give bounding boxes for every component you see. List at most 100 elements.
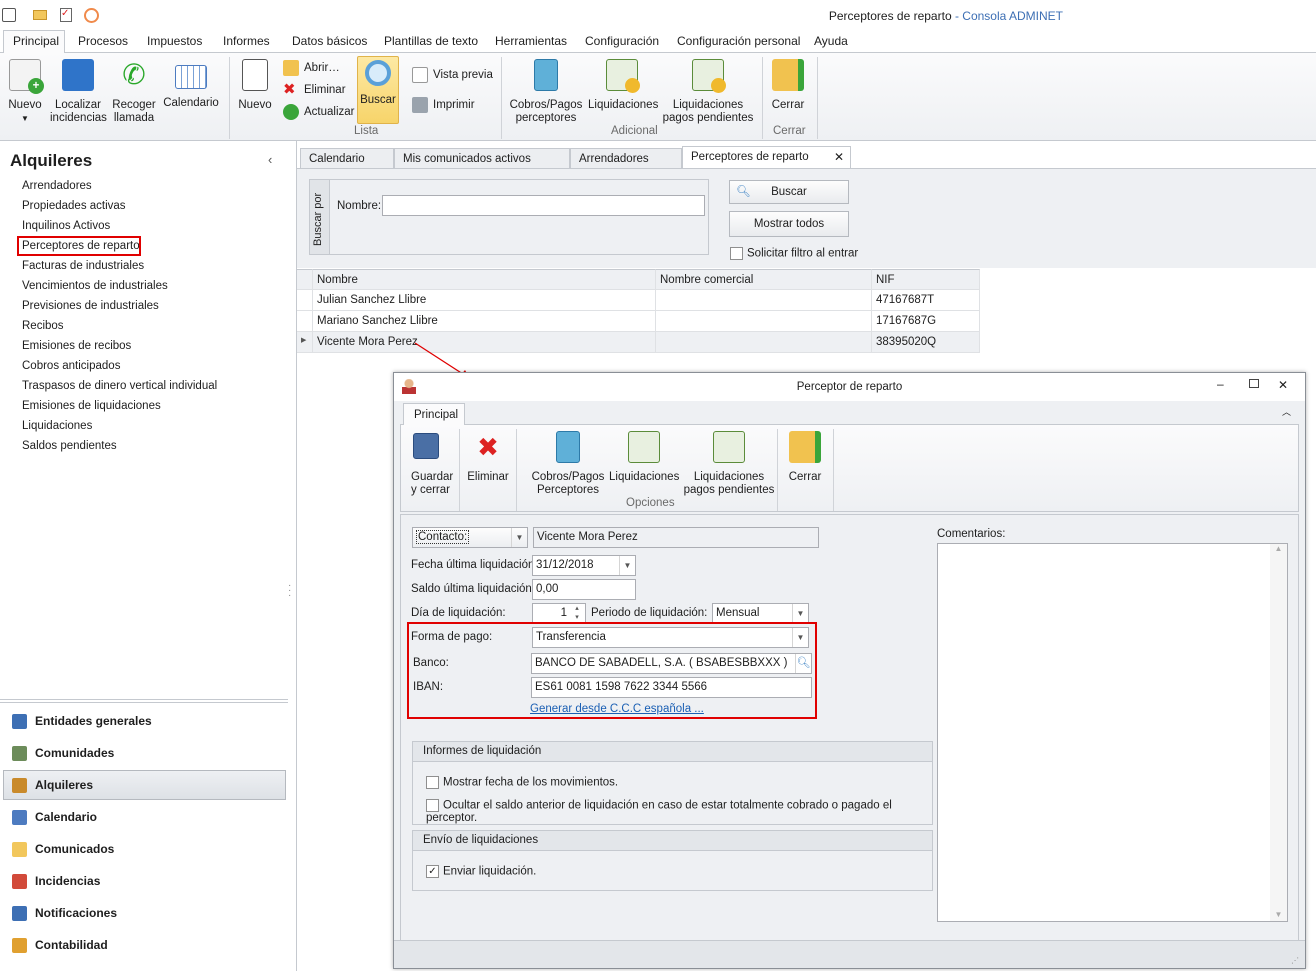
broadcast-icon[interactable]: [84, 8, 99, 23]
cobros-pagos-dialog-button[interactable]: Cobros/Pagos Perceptores: [525, 431, 611, 497]
ribbon-tab-plantillas[interactable]: Plantillas de texto: [384, 34, 478, 48]
nav-alquileres[interactable]: Alquileres: [3, 770, 286, 800]
grid-column-header[interactable]: Nombre: [313, 269, 656, 290]
liquidaciones-button[interactable]: Liquidaciones: [588, 59, 658, 112]
buscar-search-button[interactable]: 🔍︎ Buscar: [729, 180, 849, 204]
ribbon-tab-datos-basicos[interactable]: Datos básicos: [292, 34, 367, 48]
nav-incidencias[interactable]: Incidencias: [0, 866, 296, 896]
cerrar-dialog-button[interactable]: Cerrar: [785, 431, 825, 484]
sidebar-item[interactable]: Arrendadores: [22, 180, 92, 192]
actualizar-button[interactable]: Actualizar: [283, 104, 355, 120]
doc-tab-arrendadores[interactable]: Arrendadores: [570, 148, 682, 169]
sidebar-item[interactable]: Previsiones de industriales: [22, 300, 159, 312]
sidebar-item[interactable]: Liquidaciones: [22, 420, 92, 432]
table-cell[interactable]: 47167687T: [872, 290, 980, 311]
calendario-button[interactable]: Calendario: [162, 59, 220, 110]
sidebar-item[interactable]: Emisiones de recibos: [22, 340, 131, 352]
sidebar-item[interactable]: Emisiones de liquidaciones: [22, 400, 161, 412]
sidebar-item[interactable]: Recibos: [22, 320, 64, 332]
close-dialog-button[interactable]: ✕: [1278, 378, 1288, 392]
doc-tab-calendario[interactable]: Calendario: [300, 148, 394, 169]
maximize-button[interactable]: [1249, 379, 1259, 388]
enviar-liquidacion-checkbox[interactable]: ✓ Enviar liquidación.: [426, 865, 536, 878]
nuevo-list-button[interactable]: Nuevo: [236, 59, 274, 112]
liquidaciones-pendientes-dialog-button[interactable]: Liquidaciones pagos pendientes: [681, 431, 777, 497]
table-cell[interactable]: [656, 332, 872, 353]
ribbon-tab-ayuda[interactable]: Ayuda: [814, 34, 848, 48]
liquidaciones-pendientes-button[interactable]: Liquidaciones pagos pendientes: [660, 59, 756, 125]
row-indicator[interactable]: [297, 311, 313, 332]
ocultar-saldo-checkbox[interactable]: Ocultar el saldo anterior de liquidación…: [426, 799, 932, 824]
buscar-button[interactable]: Buscar: [357, 56, 399, 124]
solicitar-filtro-checkbox[interactable]: Solicitar filtro al entrar: [730, 247, 858, 260]
nav-comunidades[interactable]: Comunidades: [0, 738, 296, 768]
ribbon-tab-configuracion[interactable]: Configuración: [585, 34, 659, 48]
row-indicator[interactable]: ▶: [297, 332, 313, 353]
sidebar-item[interactable]: Cobros anticipados: [22, 360, 120, 372]
close-tab-icon[interactable]: ✕: [834, 150, 844, 164]
sidebar-item[interactable]: Saldos pendientes: [22, 440, 117, 452]
ribbon-tab-impuestos[interactable]: Impuestos: [147, 34, 202, 48]
nuevo-button[interactable]: + Nuevo ▼: [6, 59, 44, 125]
table-cell[interactable]: Vicente Mora Perez: [313, 332, 656, 353]
table-cell[interactable]: Julian Sanchez Llibre: [313, 290, 656, 311]
guardar-cerrar-button[interactable]: Guardar y cerrar: [404, 431, 456, 497]
sidebar-item[interactable]: Inquilinos Activos: [22, 220, 110, 232]
mostrar-fecha-checkbox[interactable]: Mostrar fecha de los movimientos.: [426, 776, 618, 789]
nav-notificaciones[interactable]: Notificaciones: [0, 898, 296, 928]
periodo-dropdown[interactable]: Mensual ▼: [712, 603, 809, 624]
collapse-ribbon-button[interactable]: ︿: [1282, 405, 1291, 418]
ribbon-tab-principal-label[interactable]: Principal: [13, 34, 59, 48]
row-indicator[interactable]: [297, 290, 313, 311]
comentarios-textarea[interactable]: [937, 543, 1288, 922]
liquidaciones-dialog-button[interactable]: Liquidaciones: [609, 431, 679, 484]
resize-grip[interactable]: ⋰: [1291, 956, 1299, 965]
minimize-button[interactable]: –: [1217, 377, 1224, 391]
dialog-tab-principal[interactable]: Principal: [403, 403, 465, 425]
ribbon-tab-informes[interactable]: Informes: [223, 34, 270, 48]
nav-entidades-generales[interactable]: Entidades generales: [0, 706, 296, 736]
nav-calendario[interactable]: Calendario: [0, 802, 296, 832]
vista-previa-button[interactable]: Vista previa: [412, 67, 493, 83]
collapse-sidebar-button[interactable]: ‹: [268, 152, 272, 167]
recoger-llamada-button[interactable]: ✆ Recoger llamada: [110, 59, 158, 125]
grid-column-header[interactable]: NIF: [872, 269, 980, 290]
fecha-date-picker[interactable]: 31/12/2018 ▼: [532, 555, 636, 576]
vertical-splitter-grip[interactable]: · · ·: [288, 581, 291, 601]
cobros-pagos-button[interactable]: Cobros/Pagos perceptores: [508, 59, 584, 125]
sidebar-item[interactable]: Vencimientos de industriales: [22, 280, 168, 292]
mostrar-todos-button[interactable]: Mostrar todos: [729, 211, 849, 237]
eliminar-button[interactable]: ✖ Eliminar: [283, 82, 346, 98]
sidebar-item[interactable]: Propiedades activas: [22, 200, 126, 212]
nombre-search-input[interactable]: [382, 195, 705, 216]
contacto-type-dropdown[interactable]: Contacto: ▼: [412, 527, 528, 548]
ribbon-tab-procesos[interactable]: Procesos: [78, 34, 128, 48]
task-icon[interactable]: ✓: [60, 8, 72, 22]
dia-spinner[interactable]: 1 ▴ ▾: [532, 603, 586, 624]
table-cell[interactable]: [656, 290, 872, 311]
table-cell[interactable]: 38395020Q: [872, 332, 980, 353]
ribbon-tab-config-personal[interactable]: Configuración personal: [677, 34, 800, 48]
saldo-field[interactable]: 0,00: [532, 579, 636, 600]
doc-tab-comunicados[interactable]: Mis comunicados activos: [394, 148, 570, 169]
app-icon[interactable]: [2, 8, 16, 22]
sidebar-item[interactable]: Facturas de industriales: [22, 260, 144, 272]
imprimir-button[interactable]: Imprimir: [412, 97, 475, 113]
doc-tab-perceptores[interactable]: Perceptores de reparto ✕: [682, 146, 851, 169]
nav-contabilidad[interactable]: Contabilidad: [0, 930, 296, 960]
mail-icon[interactable]: [33, 10, 47, 20]
sidebar-item[interactable]: Traspasos de dinero vertical individual: [22, 380, 217, 392]
comentarios-scrollbar[interactable]: ▲ ▼: [1270, 544, 1287, 921]
table-cell[interactable]: Mariano Sanchez Llibre: [313, 311, 656, 332]
nav-comunicados[interactable]: Comunicados: [0, 834, 296, 864]
nav-splitter[interactable]: [0, 699, 288, 703]
cerrar-button[interactable]: Cerrar: [768, 59, 808, 112]
ribbon-tab-herramientas[interactable]: Herramientas: [495, 34, 567, 48]
grid-column-header[interactable]: Nombre comercial: [656, 269, 872, 290]
eliminar-dialog-button[interactable]: ✖ Eliminar: [465, 431, 511, 484]
localizar-incidencias-button[interactable]: Localizar incidencias: [50, 59, 107, 125]
abrir-button[interactable]: Abrir…: [283, 60, 340, 76]
contacto-field[interactable]: Vicente Mora Perez: [533, 527, 819, 548]
table-cell[interactable]: 17167687G: [872, 311, 980, 332]
table-cell[interactable]: [656, 311, 872, 332]
